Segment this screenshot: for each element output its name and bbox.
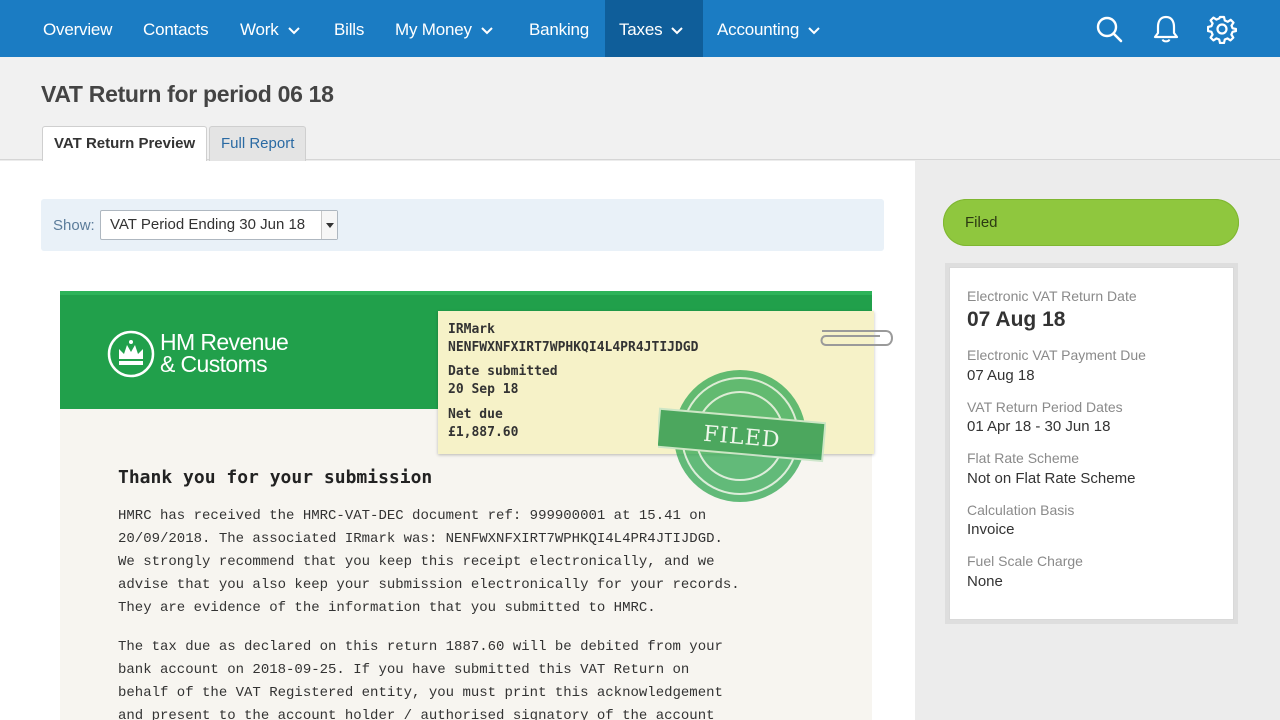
payment-due-value: 07 Aug 18: [967, 367, 1035, 384]
bell-icon[interactable]: [1151, 14, 1181, 44]
fuel-scale-label: Fuel Scale Charge: [967, 553, 1083, 569]
main-panel: Show: VAT Period Ending 30 Jun 18 HM Rev…: [0, 161, 915, 720]
chevron-down-icon: [808, 26, 820, 34]
flat-rate-value: Not on Flat Rate Scheme: [967, 470, 1136, 487]
calculation-basis-value: Invoice: [967, 521, 1015, 538]
tab-label: Full Report: [221, 135, 295, 152]
fuel-scale-value: None: [967, 573, 1003, 590]
chevron-down-icon: [671, 26, 684, 34]
nav-item-label: Bills: [334, 20, 365, 39]
nav-item-label: Taxes: [619, 20, 663, 39]
hmrc-wordmark: HM Revenue & Customs: [160, 329, 289, 377]
flat-rate-label: Flat Rate Scheme: [967, 450, 1080, 466]
nav-item-taxes[interactable]: Taxes: [605, 0, 703, 57]
status-badge-label: Filed: [965, 214, 998, 231]
period-select-value: VAT Period Ending 30 Jun 18: [110, 216, 306, 233]
hmrc-wordmark-line: HM Revenue: [160, 329, 289, 355]
nav-item-label: Banking: [529, 20, 590, 39]
date-submitted-label: Date submitted: [448, 364, 558, 379]
nav-item-label: Work: [240, 20, 279, 39]
receipt-paragraph-line: We strongly recommend that you keep this…: [118, 554, 715, 570]
calculation-basis-label: Calculation Basis: [967, 502, 1075, 518]
tab-vat-return-preview[interactable]: VAT Return Preview: [42, 126, 208, 162]
nav-item-contacts[interactable]: Contacts: [143, 0, 209, 57]
payment-due-label: Electronic VAT Payment Due: [967, 347, 1146, 363]
return-date-label: Electronic VAT Return Date: [967, 288, 1137, 304]
net-due-label: Net due: [448, 407, 503, 422]
receipt-paragraph-line: They are evidence of the information tha…: [118, 600, 656, 616]
tab-full-report[interactable]: Full Report: [209, 126, 307, 161]
nav-item-accounting[interactable]: Accounting: [717, 0, 820, 57]
nav-item-my-money[interactable]: My Money: [395, 0, 493, 57]
receipt-paragraph-line: HMRC has received the HMRC-VAT-DEC docum…: [118, 508, 707, 524]
period-dates-label: VAT Return Period Dates: [967, 399, 1123, 415]
return-date-value: 07 Aug 18: [967, 308, 1066, 331]
tab-label: VAT Return Preview: [54, 135, 196, 152]
period-select[interactable]: VAT Period Ending 30 Jun 18: [100, 210, 338, 240]
filter-label: Show:: [53, 217, 95, 234]
filed-stamp-icon: FILED: [658, 370, 826, 502]
receipt-paragraph-line: advise that you also keep your submissio…: [118, 577, 740, 593]
nav-item-overview[interactable]: Overview: [43, 0, 112, 57]
page-header: VAT Return for period 06 18 VAT Return P…: [0, 57, 1280, 162]
receipt-paragraph-line: and present to the account holder / auth…: [118, 708, 715, 720]
receipt-paragraph-line: The tax due as declared on this return 1…: [118, 639, 723, 655]
nav-item-label: Overview: [43, 20, 113, 39]
nav-item-label: Accounting: [717, 20, 800, 39]
period-dates-value: 01 Apr 18 - 30 Jun 18: [967, 418, 1111, 435]
net-due-value: £1,887.60: [448, 425, 519, 440]
nav-item-label: Contacts: [143, 20, 209, 39]
irmark-label: IRMark: [448, 322, 495, 337]
receipt-heading: Thank you for your submission: [118, 467, 433, 488]
status-badge: Filed: [943, 199, 1239, 246]
page-title: VAT Return for period 06 18: [41, 81, 334, 107]
paperclip-icon: [820, 330, 893, 346]
hmrc-wordmark-line: & Customs: [160, 351, 268, 377]
nav-item-label: My Money: [395, 20, 472, 39]
vat-receipt-document: HM Revenue & Customs IRMark NENFWXNFXIRT…: [60, 291, 893, 720]
receipt-paragraph-line: 20/09/2018. The associated IRmark was: N…: [118, 531, 723, 547]
receipt-paragraph-line: bank account on 2018-09-25. If you have …: [118, 662, 690, 678]
chevron-down-icon: [287, 26, 300, 34]
summary-sidebar: Filed Electronic VAT Return Date 07 Aug …: [915, 161, 1280, 720]
date-submitted-value: 20 Sep 18: [448, 382, 519, 397]
crown-logo-icon: [107, 330, 155, 378]
gear-icon[interactable]: [1207, 14, 1237, 44]
vat-details-card: Electronic VAT Return Date 07 Aug 18 Ele…: [949, 267, 1234, 620]
irmark-value: NENFWXNFXIRT7WPHKQI4L4PR4JTIJDGD: [448, 340, 699, 355]
nav-item-work[interactable]: Work: [240, 0, 300, 57]
period-filter-bar: Show: VAT Period Ending 30 Jun 18: [41, 199, 884, 251]
chevron-down-icon: [481, 26, 493, 34]
search-icon[interactable]: [1094, 14, 1124, 44]
nav-item-banking[interactable]: Banking: [529, 0, 589, 57]
top-navigation-bar: Overview Contacts Work Bills My Money Ba…: [0, 0, 1280, 57]
dropdown-arrow-icon: [321, 211, 337, 239]
nav-item-bills[interactable]: Bills: [334, 0, 364, 57]
receipt-paragraph-line: behalf of the VAT Registered entity, you…: [118, 685, 723, 701]
